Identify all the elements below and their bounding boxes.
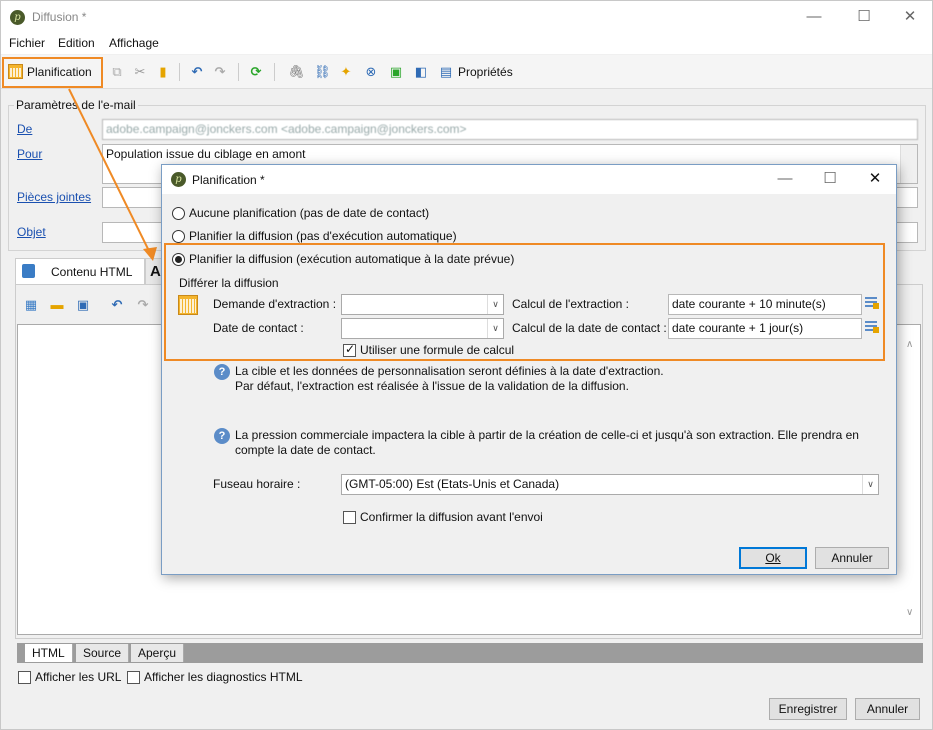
annuler-main-button[interactable]: Annuler bbox=[855, 698, 920, 720]
menu-affichage[interactable]: Affichage bbox=[109, 36, 159, 50]
afficher-diagnostics-checkbox[interactable] bbox=[127, 671, 140, 684]
label-aucune-planification: Aucune planification (pas de date de con… bbox=[189, 206, 430, 220]
info2-line1: La pression commerciale impactera la cib… bbox=[235, 428, 859, 442]
menu-bar: Fichier Edition Affichage bbox=[1, 34, 932, 54]
window-title: Diffusion * bbox=[32, 10, 87, 24]
editor-undo-icon[interactable]: ↶ bbox=[109, 297, 125, 313]
maximize-button[interactable]: ☐ bbox=[841, 6, 887, 28]
de-field[interactable]: adobe.campaign@jonckers.com <adobe.campa… bbox=[102, 119, 918, 140]
fuseau-horaire-value: (GMT-05:00) Est (Etats-Unis et Canada) bbox=[345, 477, 560, 491]
gift-icon[interactable]: ✦ bbox=[338, 64, 354, 80]
tab-contenu-html-label: Contenu HTML bbox=[51, 265, 133, 279]
attachment-icon[interactable]: 🖇 bbox=[288, 64, 305, 80]
main-window: p Diffusion * — ☐ ✕ Fichier Edition Affi… bbox=[0, 0, 933, 730]
tab-html[interactable]: HTML bbox=[25, 644, 73, 662]
personalize-icon[interactable]: ◧ bbox=[413, 64, 429, 80]
html-content-icon bbox=[22, 264, 35, 278]
pour-scrollbar[interactable] bbox=[900, 145, 917, 183]
afficher-diagnostics-label: Afficher les diagnostics HTML bbox=[144, 670, 303, 684]
minimize-button[interactable]: — bbox=[791, 6, 837, 28]
dialog-maximize-button[interactable]: ☐ bbox=[807, 168, 853, 190]
planification-highlight bbox=[2, 57, 103, 88]
info-icon: ? bbox=[214, 428, 230, 444]
new-icon[interactable]: ▦ bbox=[23, 297, 39, 313]
database-icon[interactable]: ▣ bbox=[388, 64, 404, 80]
plan-auto-highlight bbox=[164, 243, 885, 361]
fuseau-horaire-combo[interactable]: (GMT-05:00) Est (Etats-Unis et Canada) ∨ bbox=[341, 474, 879, 495]
pour-link[interactable]: Pour bbox=[17, 147, 42, 161]
dialog-title: Planification * bbox=[192, 173, 265, 187]
close-button[interactable]: ✕ bbox=[887, 6, 933, 28]
dialog-title-bar: p Planification * — ☐ ✕ bbox=[162, 165, 896, 194]
planification-dialog: p Planification * — ☐ ✕ Aucune planifica… bbox=[161, 164, 897, 575]
scroll-up-icon[interactable]: ∧ bbox=[906, 339, 913, 350]
radio-aucune-planification[interactable] bbox=[172, 207, 185, 220]
app-logo-icon: p bbox=[10, 10, 25, 25]
toolbar-separator bbox=[179, 63, 180, 81]
confirmer-checkbox[interactable] bbox=[343, 511, 356, 524]
view-tabs: HTML Source Aperçu bbox=[17, 643, 923, 663]
redo-icon[interactable]: ↷ bbox=[212, 64, 228, 80]
info1-line1: La cible et les données de personnalisat… bbox=[235, 364, 664, 378]
de-link[interactable]: De bbox=[17, 122, 32, 136]
confirmer-label: Confirmer la diffusion avant l'envoi bbox=[360, 510, 543, 524]
afficher-url-label: Afficher les URL bbox=[35, 670, 122, 684]
dialog-minimize-button[interactable]: — bbox=[762, 168, 808, 190]
dialog-logo-icon: p bbox=[171, 172, 186, 187]
info-icon: ? bbox=[214, 364, 230, 380]
editor-redo-icon[interactable]: ↷ bbox=[135, 297, 151, 313]
fuseau-horaire-label: Fuseau horaire : bbox=[213, 477, 301, 491]
menu-edition[interactable]: Edition bbox=[58, 36, 95, 50]
properties-icon[interactable]: ▤ bbox=[438, 64, 454, 80]
tracking-icon[interactable]: ⊗ bbox=[363, 64, 379, 80]
label-planifier: Planifier la diffusion (pas d'exécution … bbox=[189, 229, 457, 243]
paste-icon[interactable]: ▮ bbox=[155, 64, 171, 80]
callout-arrow bbox=[68, 88, 157, 261]
radio-planifier[interactable] bbox=[172, 230, 185, 243]
cut-icon[interactable]: ✂ bbox=[132, 64, 148, 80]
undo-icon[interactable]: ↶ bbox=[189, 64, 205, 80]
properties-label[interactable]: Propriétés bbox=[458, 65, 513, 79]
enregistrer-button[interactable]: Enregistrer bbox=[769, 698, 847, 720]
toolbar: Planification ⧉ ✂ ▮ ↶ ↷ ⟳ 🖇 ⛓ ✦ ⊗ ▣ ◧ ▤ … bbox=[1, 55, 932, 89]
open-folder-icon[interactable]: ▬ bbox=[49, 297, 65, 313]
tab-apercu[interactable]: Aperçu bbox=[131, 644, 185, 662]
chevron-down-icon[interactable]: ∨ bbox=[862, 475, 878, 494]
toolbar-separator bbox=[274, 63, 275, 81]
dialog-close-button[interactable]: ✕ bbox=[852, 168, 898, 190]
annuler-dialog-button[interactable]: Annuler bbox=[815, 547, 889, 569]
ok-button[interactable]: Ok bbox=[739, 547, 807, 569]
info2-line2: compte la date de contact. bbox=[235, 443, 376, 457]
tab-source[interactable]: Source bbox=[76, 644, 130, 662]
link-icon[interactable]: ⛓ bbox=[314, 64, 331, 80]
copy-icon[interactable]: ⧉ bbox=[109, 64, 125, 80]
toolbar-separator bbox=[238, 63, 239, 81]
save-icon[interactable]: ▣ bbox=[75, 297, 91, 313]
menu-fichier[interactable]: Fichier bbox=[9, 36, 45, 50]
refresh-icon[interactable]: ⟳ bbox=[248, 64, 264, 80]
afficher-url-checkbox[interactable] bbox=[18, 671, 31, 684]
title-bar: p Diffusion * — ☐ ✕ bbox=[1, 1, 932, 34]
scroll-down-icon[interactable]: ∨ bbox=[906, 607, 913, 618]
objet-link[interactable]: Objet bbox=[17, 225, 46, 239]
editor-scrollbar[interactable]: ∧ ∨ bbox=[903, 325, 920, 634]
info1-line2: Par défaut, l'extraction est réalisée à … bbox=[235, 379, 629, 393]
